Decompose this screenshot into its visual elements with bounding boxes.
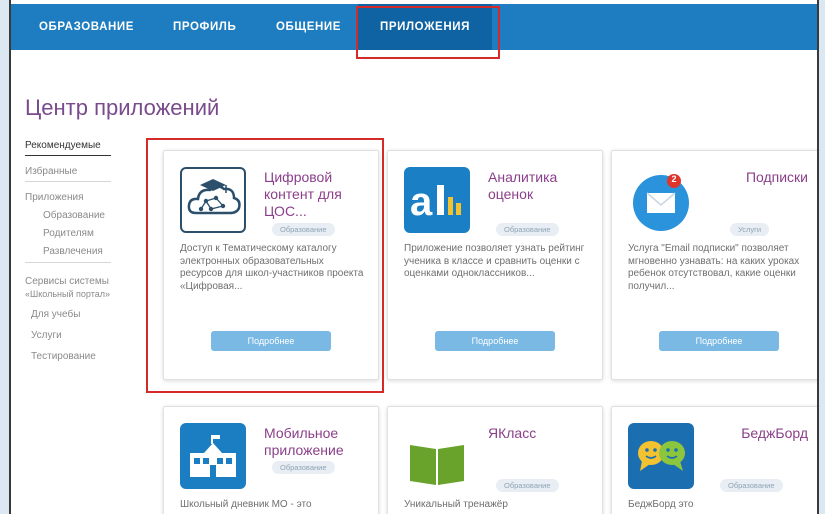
card-title: БеджБорд [712,425,808,442]
card-title: Подписки [712,169,808,186]
card-description: Уникальный тренажёр [404,499,508,510]
card-description: Школьный дневник МО - это [180,499,312,510]
sidebar-divider [25,181,111,182]
card-title-line: ЯКласс [488,425,537,441]
card-title-line: Аналитика [488,169,558,185]
category-badge: Услуги [730,223,770,236]
mail-notification-icon: 2 [628,167,694,233]
details-button[interactable]: Подробнее [435,331,555,351]
details-button[interactable]: Подробнее [659,331,779,351]
analytics-logo-icon: a [404,167,470,233]
app-card-badgeboard[interactable]: БеджБорд Образование БеджБорд это [611,406,817,514]
card-title-line: приложение [264,442,344,458]
highlight-card-digital-content [146,138,384,393]
sidebar-item-entertainment[interactable]: Развлечения [25,246,103,257]
sidebar-item-apps[interactable]: Приложения [25,192,84,203]
card-title: ЯКласс [488,425,596,442]
app-card-mobile-app[interactable]: Мобильное приложение Образование Школьны… [163,406,379,514]
open-book-icon [404,423,470,489]
notification-count: 2 [671,174,677,184]
card-title-line: Мобильное [264,425,339,441]
card-title-line: оценок [488,186,534,202]
app-card-analytics[interactable]: a Аналитика оценок Образование Приложени… [387,150,603,380]
card-description: Услуга "Email подписки" позволяет мгнове… [628,243,800,292]
app-window: ОБРАЗОВАНИЕ ПРОФИЛЬ ОБЩЕНИЕ ПРИЛОЖЕНИЯ Ц… [9,0,819,514]
sidebar-item-services[interactable]: Сервисы системы [25,276,109,287]
card-title-line: Подписки [745,169,808,185]
sidebar-divider [25,262,111,263]
nav-education[interactable]: ОБРАЗОВАНИЕ [39,4,134,50]
sidebar-item-favorites[interactable]: Избранные [25,166,77,177]
category-badge: Образование [720,479,783,492]
page-title: Центр приложений [25,95,220,120]
sidebar-item-parents[interactable]: Родителям [25,228,94,239]
card-description: БеджБорд это [628,499,694,510]
chat-smiles-icon [628,423,694,489]
card-description: Приложение позволяет узнать рейтинг учен… [404,243,585,279]
svg-text:a: a [410,180,433,224]
sidebar-item-services-portal[interactable]: «Школьный портал» [25,289,110,299]
app-card-subscriptions[interactable]: 2 Подписки Услуги Услуга "Email подписки… [611,150,817,380]
nav-communication[interactable]: ОБЩЕНИЕ [276,4,341,50]
nav-profile[interactable]: ПРОФИЛЬ [173,4,236,50]
highlight-nav-applications [356,6,500,59]
sidebar-active-underline [25,155,111,156]
category-badge: Образование [496,479,559,492]
card-title: Мобильное приложение [264,425,372,459]
category-badge: Образование [272,461,335,474]
sidebar-item-services-list[interactable]: Услуги [25,330,62,341]
card-title-line: БеджБорд [741,425,808,441]
sidebar-item-education[interactable]: Образование [25,210,105,221]
sidebar-item-recommended[interactable]: Рекомендуемые [25,140,101,151]
sidebar-item-study[interactable]: Для учебы [25,309,80,320]
card-title: Аналитика оценок [488,169,596,203]
category-badge: Образование [496,223,559,236]
app-card-yaklass[interactable]: ЯКласс Образование Уникальный тренажёр [387,406,603,514]
sidebar-item-testing[interactable]: Тестирование [25,351,96,362]
school-building-icon [180,423,246,489]
